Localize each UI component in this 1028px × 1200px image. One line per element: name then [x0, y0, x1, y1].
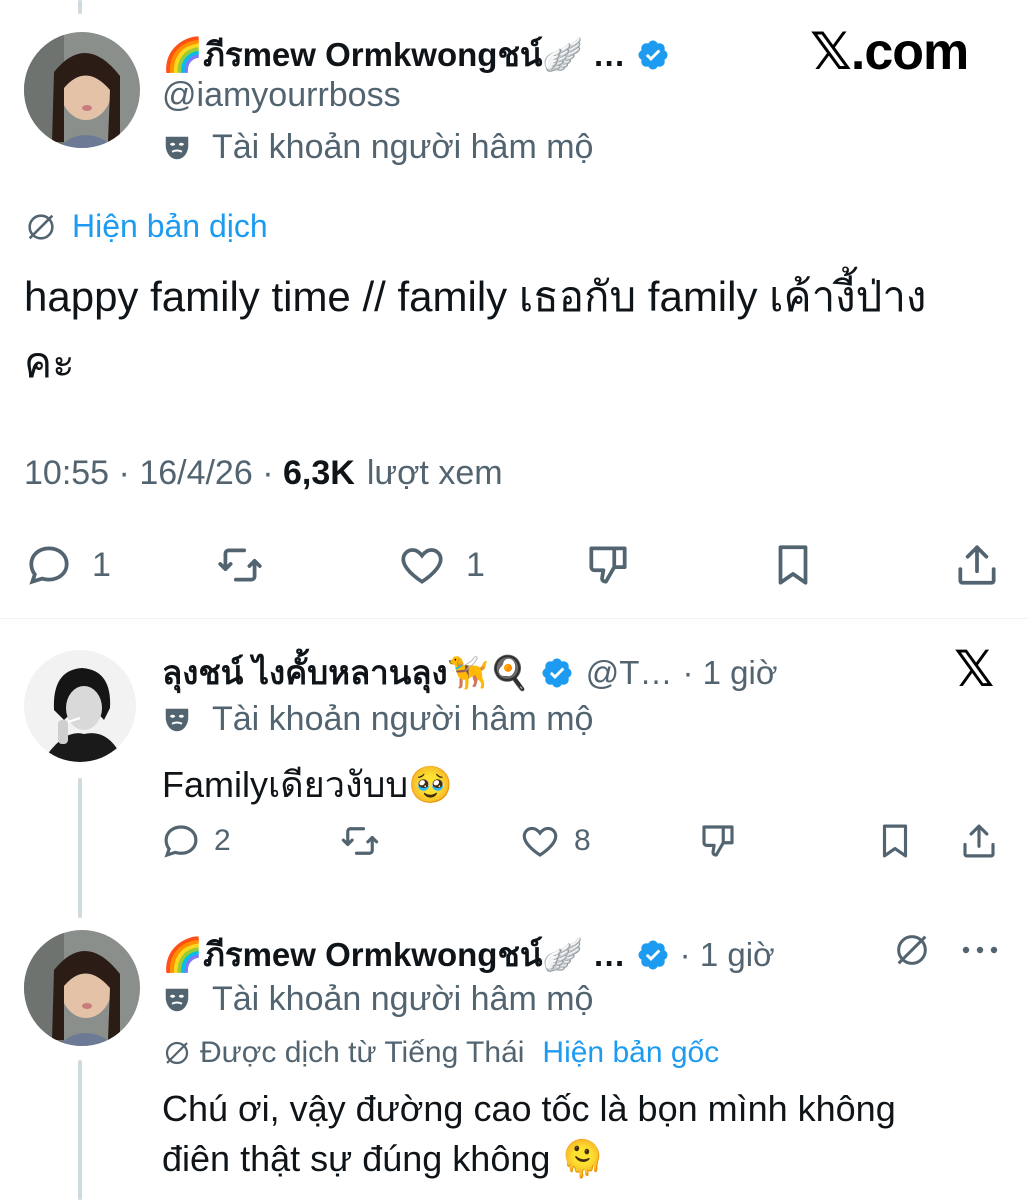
like-count: 8	[574, 824, 591, 857]
reply-count: 2	[214, 824, 231, 857]
reply-count: 1	[92, 545, 111, 584]
fan-account-label: Tài khoản người hâm mộ	[212, 700, 594, 738]
x-watermark: 𝕏.com	[810, 23, 969, 81]
bookmark-icon	[778, 545, 808, 585]
display-name[interactable]: 🌈ภีรmew Ormkwongชน์🪽 …	[162, 28, 626, 81]
separator-dot: ·	[109, 454, 140, 492]
reply-time[interactable]: · 1 giờ	[682, 654, 777, 692]
fan-account-label: Tài khoản người hâm mộ	[212, 980, 594, 1018]
mask-icon	[165, 136, 189, 159]
translate-icon	[28, 213, 54, 240]
user-handle[interactable]: @iamyourrboss	[162, 76, 401, 115]
reply-button[interactable]: 1	[24, 540, 111, 590]
thumbs-down-icon	[702, 825, 734, 857]
show-original-link[interactable]: Hiện bản gốc	[542, 1036, 719, 1070]
share-icon	[963, 824, 995, 858]
bookmark-button[interactable]	[768, 540, 818, 590]
verified-badge-icon	[638, 939, 668, 970]
bookmark-icon	[882, 824, 908, 858]
divider	[0, 618, 1028, 619]
show-translation-link[interactable]: Hiện bản dịch	[72, 208, 268, 245]
retweet-button[interactable]	[338, 820, 382, 862]
share-button[interactable]	[958, 820, 1000, 862]
mask-icon	[165, 708, 189, 731]
like-button[interactable]: 8	[518, 820, 591, 862]
reply-icon	[164, 825, 198, 858]
display-name[interactable]: ลุงชน์ ไงคั้บหลานลุง🦮🍳	[162, 646, 530, 699]
reply-text-line2: điên thật sự đúng không 🫠	[162, 1138, 606, 1179]
views-count: 6,3K	[282, 454, 355, 492]
translate-icon	[165, 1041, 189, 1065]
tweet-text-line2: คะ	[24, 339, 75, 386]
tweet-date[interactable]: 16/4/26	[139, 454, 252, 493]
user-handle[interactable]: @T…	[586, 654, 673, 692]
heart-icon	[522, 826, 558, 857]
fan-account-label: Tài khoản người hâm mộ	[212, 128, 594, 166]
heart-icon	[401, 548, 443, 584]
reply-text: Familyเดียวงับบ🥹	[162, 764, 454, 805]
dislike-button[interactable]	[696, 820, 740, 862]
thumbs-down-icon	[589, 546, 627, 584]
avatar[interactable]	[24, 930, 140, 1046]
separator-dot: ·	[252, 454, 283, 492]
reply-button[interactable]: 2	[160, 820, 231, 862]
share-button[interactable]	[952, 540, 1002, 590]
like-button[interactable]: 1	[396, 540, 485, 590]
dislike-button[interactable]	[582, 540, 634, 590]
more-options-button[interactable]	[960, 940, 1000, 965]
more-dots-icon	[962, 946, 998, 954]
reply-icon	[29, 546, 69, 585]
bookmark-button[interactable]	[874, 820, 916, 862]
tweet-time[interactable]: 10:55	[24, 454, 109, 493]
x-logo: 𝕏	[954, 641, 995, 697]
reply-time[interactable]: · 1 giờ	[680, 936, 775, 974]
display-name[interactable]: 🌈ภีรmew Ormkwongชน์🪽 …	[162, 928, 626, 981]
retweet-icon	[341, 827, 379, 855]
verified-badge-icon	[542, 657, 572, 688]
verified-badge-icon	[638, 39, 668, 70]
retweet-button[interactable]	[214, 540, 266, 590]
translated-from-label: Được dịch từ Tiếng Thái	[200, 1036, 525, 1069]
translate-icon	[897, 935, 927, 965]
retweet-icon	[218, 548, 262, 582]
avatar[interactable]	[24, 32, 140, 148]
share-icon	[958, 545, 996, 585]
avatar[interactable]	[24, 650, 136, 762]
thread-line-bottom	[78, 1060, 82, 1200]
views-label: lượt xem	[366, 454, 503, 492]
reply-text-line1: Chú ơi, vậy đường cao tốc là bọn mình kh…	[162, 1088, 896, 1129]
translate-toggle[interactable]	[892, 930, 932, 975]
tweet-text-line1: happy family time // family เธอกับ famil…	[24, 273, 927, 320]
like-count: 1	[466, 545, 485, 584]
thread-line-top	[78, 0, 82, 14]
thread-line-reply	[78, 778, 82, 918]
mask-icon	[165, 988, 189, 1011]
